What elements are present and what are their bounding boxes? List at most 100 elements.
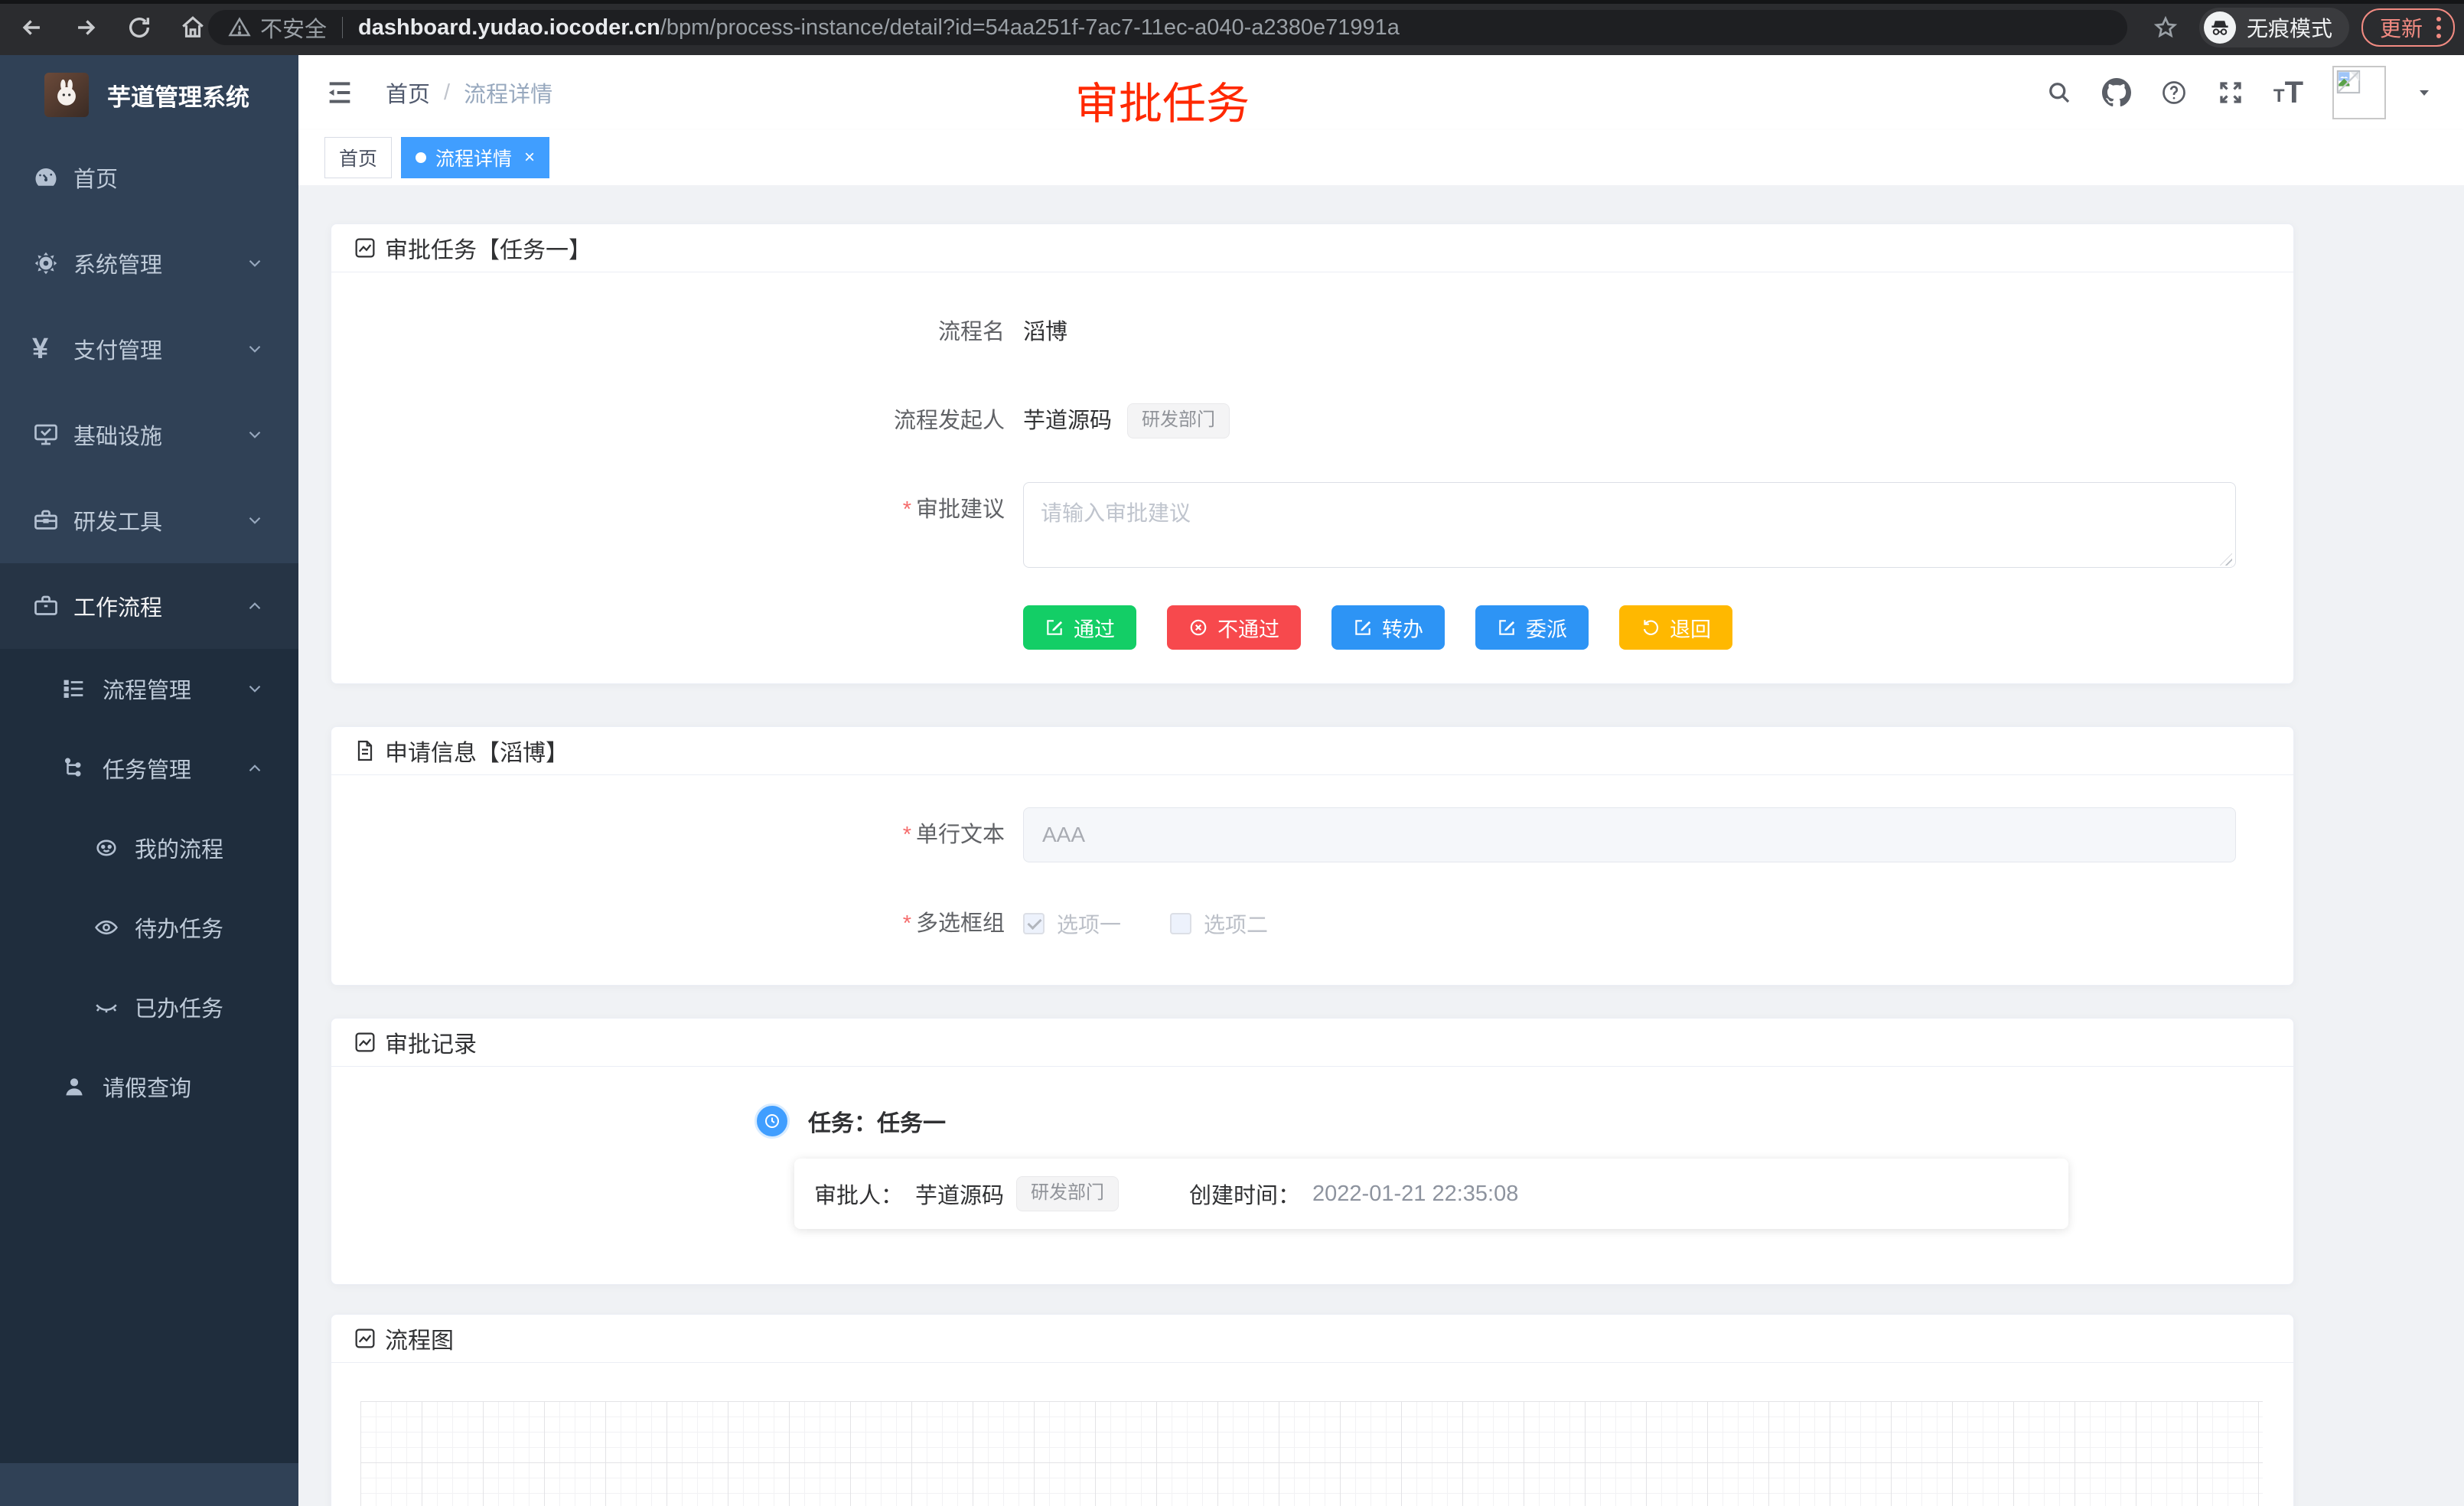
transfer-button-label: 转办 — [1382, 613, 1423, 643]
security-label[interactable]: 不安全 — [260, 11, 327, 44]
edit-icon — [1497, 618, 1517, 637]
tab-home[interactable]: 首页 — [324, 137, 392, 178]
sidebar-item-label: 待办任务 — [135, 911, 298, 944]
tree-icon — [61, 755, 89, 781]
browser-forward-button[interactable] — [64, 6, 107, 49]
help-icon[interactable] — [2160, 79, 2188, 106]
timeline-task-title: 任务：任务一 — [808, 1104, 946, 1138]
delegate-button[interactable]: 委派 — [1475, 605, 1589, 650]
sidebar-item-my-process[interactable]: 我的流程 — [0, 808, 298, 888]
browser-tabstrip — [0, 0, 2464, 4]
required-marker: * — [903, 497, 911, 522]
eye-icon — [93, 914, 121, 940]
reject-button[interactable]: 不通过 — [1167, 605, 1301, 650]
update-label[interactable]: 更新 — [2380, 12, 2423, 43]
tab-label: 流程详情 — [435, 144, 512, 171]
breadcrumb-home[interactable]: 首页 — [386, 77, 430, 109]
avatar[interactable] — [2332, 66, 2386, 119]
reject-button-label: 不通过 — [1217, 613, 1279, 643]
single-text-label: 单行文本 — [916, 823, 1005, 847]
toolbox-icon — [32, 507, 60, 534]
create-time-value: 2022-01-21 22:35:08 — [1312, 1182, 1518, 1207]
approve-button[interactable]: 通过 — [1023, 605, 1136, 650]
tab-label: 首页 — [339, 144, 377, 171]
chevron-down-icon — [245, 253, 265, 273]
content-area: 审批任务【任务一】 流程名 滔博 流程发起人 芋道源码 研发部门 — [298, 185, 2464, 1506]
approval-timeline: 任务：任务一 审批人： 芋道源码 研发部门 创建时间： 2022-01-21 2… — [362, 1103, 2263, 1229]
avatar-caret-icon[interactable] — [2415, 83, 2433, 102]
tags-view-bar: 首页 流程详情 × — [298, 130, 2464, 185]
card-title: 审批任务【任务一】 — [385, 231, 592, 265]
approve-button-label: 通过 — [1074, 613, 1115, 643]
initiator-value: 芋道源码 — [1023, 393, 1112, 448]
font-size-icon[interactable]: TT — [2273, 80, 2303, 106]
sidebar-submenu-workflow: 流程管理 任务管理 我的流程 — [0, 649, 298, 1463]
edit-icon — [1353, 618, 1373, 637]
breadcrumb-separator: / — [444, 80, 450, 106]
sidebar-item-label: 我的流程 — [135, 832, 298, 864]
sidebar-item-label: 已办任务 — [135, 991, 298, 1023]
browser-menu-icon[interactable] — [2436, 17, 2441, 38]
main-area: 首页 / 流程详情 TT — [298, 55, 2464, 1506]
sidebar-item-todo-tasks[interactable]: 待办任务 — [0, 888, 298, 967]
browser-reload-button[interactable] — [118, 6, 161, 49]
bpmn-diagram-canvas[interactable] — [360, 1401, 2263, 1506]
bookmark-star-icon[interactable] — [2144, 6, 2187, 49]
chevron-up-icon — [245, 758, 265, 778]
address-bar[interactable]: 不安全 dashboard.yudao.iocoder.cn/bpm/proce… — [208, 10, 2127, 45]
sidebar-item-done-tasks[interactable]: 已办任务 — [0, 967, 298, 1047]
sidebar-item-label: 系统管理 — [73, 247, 245, 279]
opinion-textarea[interactable] — [1023, 482, 2236, 568]
edit-icon — [1045, 618, 1064, 637]
assignee-name: 芋道源码 — [915, 1178, 1004, 1210]
sidebar-item-label: 基础设施 — [73, 419, 245, 451]
github-icon[interactable] — [2102, 78, 2131, 107]
sidebar-item-task-mgmt[interactable]: 任务管理 — [0, 729, 298, 808]
single-text-input — [1023, 807, 2236, 862]
sidebar-item-label: 任务管理 — [103, 752, 245, 784]
page: 不安全 dashboard.yudao.iocoder.cn/bpm/proce… — [0, 0, 2464, 1506]
sidebar-item-home[interactable]: 首页 — [0, 135, 298, 220]
return-button[interactable]: 退回 — [1619, 605, 1732, 650]
sidebar-item-process-mgmt[interactable]: 流程管理 — [0, 649, 298, 729]
checkbox-option2: 选项二 — [1170, 908, 1268, 939]
process-name-label: 流程名 — [362, 305, 1023, 360]
browser-toolbar: 不安全 dashboard.yudao.iocoder.cn/bpm/proce… — [0, 0, 2464, 55]
create-time-label: 创建时间： — [1189, 1178, 1300, 1210]
card-approval-records: 审批记录 任务：任务一 审批人： 芋道源码 研发部门 — [331, 1018, 2294, 1285]
sidebar-item-label: 工作流程 — [73, 590, 245, 622]
incognito-label: 无痕模式 — [2247, 12, 2332, 43]
sidebar-item-payment[interactable]: ¥ 支付管理 — [0, 306, 298, 392]
sidebar-item-workflow[interactable]: 工作流程 — [0, 563, 298, 649]
transfer-button[interactable]: 转办 — [1331, 605, 1445, 650]
approval-record-item: 审批人： 芋道源码 研发部门 创建时间： 2022-01-21 22:35:08 — [794, 1159, 2068, 1229]
briefcase-icon — [32, 592, 60, 620]
fullscreen-icon[interactable] — [2217, 79, 2244, 106]
annotation-approval-task: 审批任务 — [1075, 69, 1250, 132]
sidebar-logo-row[interactable]: 芋道管理系统 — [0, 55, 298, 135]
sidebar-item-leave-query[interactable]: 请假查询 — [0, 1047, 298, 1126]
initiator-label: 流程发起人 — [362, 393, 1023, 448]
circle-close-icon — [1188, 618, 1208, 637]
clock-icon — [755, 1103, 790, 1139]
search-icon[interactable] — [2045, 79, 2073, 106]
url-domain: dashboard.yudao.iocoder.cn — [358, 15, 660, 40]
checkbox-label: 选项二 — [1204, 908, 1268, 939]
breadcrumb-current: 流程详情 — [464, 77, 552, 109]
chevron-down-icon — [245, 510, 265, 530]
chevron-up-icon — [245, 596, 265, 616]
chevron-down-icon — [245, 679, 265, 699]
broken-image-icon — [2335, 69, 2361, 95]
sidebar-item-system[interactable]: 系统管理 — [0, 220, 298, 306]
list-icon — [61, 676, 89, 702]
delegate-button-label: 委派 — [1526, 613, 1567, 643]
sidebar-item-devtools[interactable]: 研发工具 — [0, 478, 298, 563]
sidebar-collapse-icon[interactable] — [324, 77, 355, 108]
face-icon — [93, 835, 121, 861]
tab-process-detail[interactable]: 流程详情 × — [401, 137, 549, 178]
sidebar-item-infra[interactable]: 基础设施 — [0, 392, 298, 478]
browser-back-button[interactable] — [11, 6, 54, 49]
tab-close-icon[interactable]: × — [524, 148, 535, 167]
tab-active-dot — [416, 152, 426, 163]
browser-update-button[interactable]: 更新 — [2361, 8, 2455, 47]
